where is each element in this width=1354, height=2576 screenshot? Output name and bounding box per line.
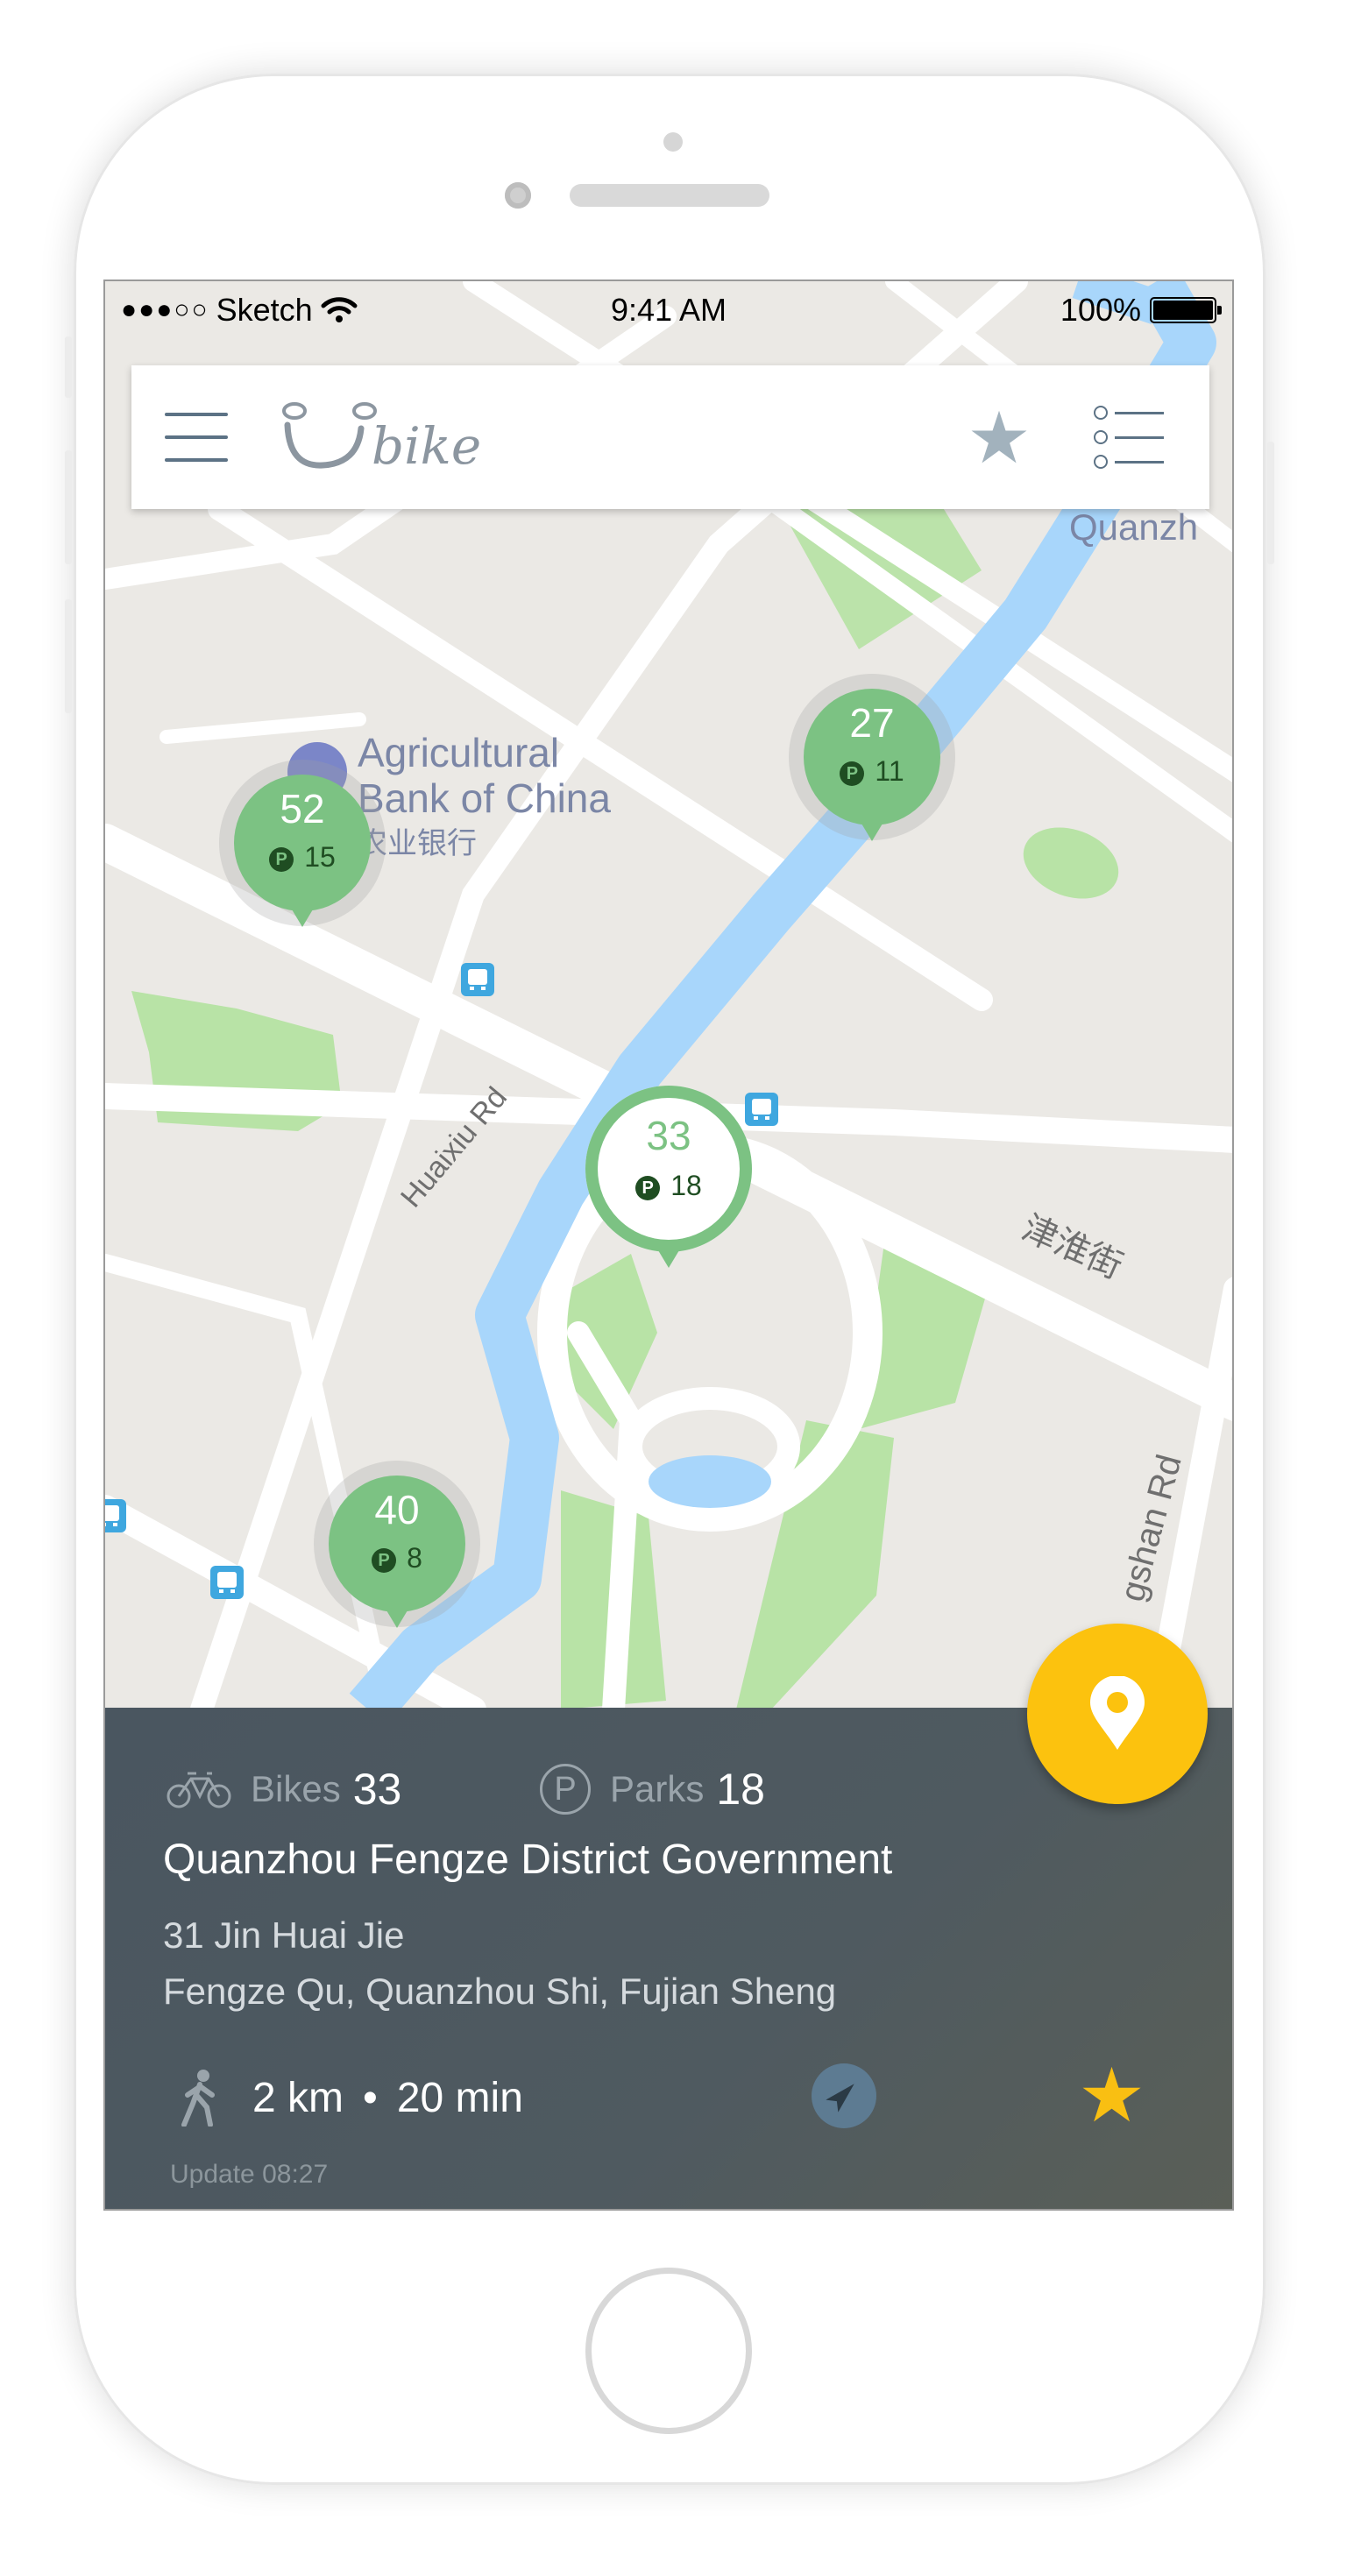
parks-value: 18 bbox=[716, 1765, 765, 1814]
pin-bubble: 27 P 11 bbox=[804, 689, 940, 825]
pin-parks-value: 15 bbox=[304, 841, 336, 873]
app-screen: Agricultural Bank of China 农业银行 Quanzh H… bbox=[103, 280, 1234, 2211]
walking-person-icon bbox=[181, 2070, 215, 2127]
bus-stop-icon bbox=[210, 1566, 244, 1599]
menu-button[interactable] bbox=[165, 409, 231, 465]
poi-label: Agricultural Bank of China 农业银行 bbox=[358, 730, 647, 867]
bus-stop-icon bbox=[461, 963, 494, 996]
volume-down-button bbox=[65, 599, 72, 713]
battery-percentage: 100% bbox=[1060, 292, 1141, 328]
home-button[interactable] bbox=[585, 2268, 752, 2434]
speaker-grille bbox=[570, 184, 769, 207]
parks-stat: P Parks 18 bbox=[540, 1764, 765, 1815]
hamburger-icon bbox=[165, 413, 228, 416]
poi-name-zh: 农业银行 bbox=[358, 827, 477, 860]
district-label: Quanzh bbox=[1069, 506, 1199, 548]
station-name: Quanzhou Fengze District Government bbox=[163, 1836, 893, 1883]
navigate-compass-button[interactable] bbox=[812, 2063, 876, 2128]
hamburger-icon bbox=[165, 458, 228, 462]
star-icon: ★ bbox=[1078, 2054, 1146, 2138]
bicycle-icon bbox=[167, 1772, 231, 1808]
pin-bubble: 33 P 18 bbox=[585, 1086, 752, 1252]
pin-bubble: 52 P 15 bbox=[234, 775, 371, 911]
battery-icon bbox=[1150, 297, 1222, 323]
star-icon: ★ bbox=[967, 399, 1031, 478]
status-right: 100% bbox=[1060, 292, 1222, 329]
bikes-stat: Bikes 33 bbox=[167, 1764, 401, 1815]
update-timestamp: Update 08:27 bbox=[170, 2160, 329, 2189]
favorite-star-button[interactable]: ★ bbox=[1078, 2058, 1145, 2134]
pin-bikes-count: 40 bbox=[374, 1487, 420, 1532]
pin-parks-count: P8 bbox=[329, 1542, 465, 1575]
address-line-2: Fengze Qu, Quanzhou Shi, Fujian Sheng bbox=[163, 1971, 837, 2012]
pin-parks-value: 8 bbox=[407, 1542, 422, 1574]
list-icon bbox=[1094, 406, 1164, 420]
parking-icon: P bbox=[372, 1547, 397, 1573]
front-camera bbox=[505, 182, 531, 209]
walk-distance: 2 km bbox=[252, 2074, 344, 2121]
parking-icon: P bbox=[635, 1175, 661, 1200]
pin-parks-count: P 15 bbox=[234, 841, 371, 874]
bikes-value: 33 bbox=[352, 1765, 402, 1814]
favorites-button[interactable]: ★ bbox=[964, 403, 1034, 475]
ubike-logo: bike bbox=[280, 399, 508, 478]
list-view-button[interactable] bbox=[1094, 406, 1164, 469]
poi-name-en: Agricultural Bank of China bbox=[358, 730, 611, 821]
parking-icon: P bbox=[540, 1764, 591, 1815]
side-button bbox=[65, 336, 72, 398]
power-button bbox=[1267, 442, 1274, 564]
volume-up-button bbox=[65, 450, 72, 564]
list-icon bbox=[1094, 430, 1164, 444]
pin-parks-value: 18 bbox=[670, 1170, 702, 1201]
parking-icon: P bbox=[840, 761, 865, 786]
pin-parks-value: 11 bbox=[875, 755, 904, 787]
status-bar: ●●●○○ Sketch 9:41 AM 100% bbox=[105, 281, 1232, 334]
pin-bubble: 40 P8 bbox=[329, 1476, 465, 1612]
parks-label: Parks bbox=[610, 1768, 705, 1809]
location-pin-icon bbox=[1090, 1676, 1145, 1750]
logo-mark bbox=[282, 402, 377, 469]
bikes-label: Bikes bbox=[251, 1768, 341, 1809]
parking-icon: P bbox=[269, 846, 294, 872]
pin-parks-count: P 11 bbox=[804, 755, 940, 788]
separator-dot: • bbox=[363, 2074, 378, 2121]
address-line-1: 31 Jin Huai Jie bbox=[163, 1914, 405, 1956]
list-icon bbox=[1094, 455, 1164, 469]
app-header: bike ★ bbox=[131, 365, 1209, 509]
pin-bikes-count: 27 bbox=[849, 700, 895, 746]
logo-text: bike bbox=[372, 416, 482, 476]
camera-dot bbox=[663, 132, 683, 152]
locate-me-button[interactable] bbox=[1027, 1624, 1208, 1804]
pin-bikes-count: 33 bbox=[646, 1113, 691, 1158]
walking-info: 2 km • 20 min bbox=[175, 2069, 523, 2127]
bus-stop-icon bbox=[105, 1499, 126, 1532]
hamburger-icon bbox=[165, 435, 228, 439]
pin-bikes-count: 52 bbox=[280, 786, 325, 832]
pin-parks-count: P 18 bbox=[585, 1170, 752, 1202]
walk-duration: 20 min bbox=[396, 2074, 523, 2121]
